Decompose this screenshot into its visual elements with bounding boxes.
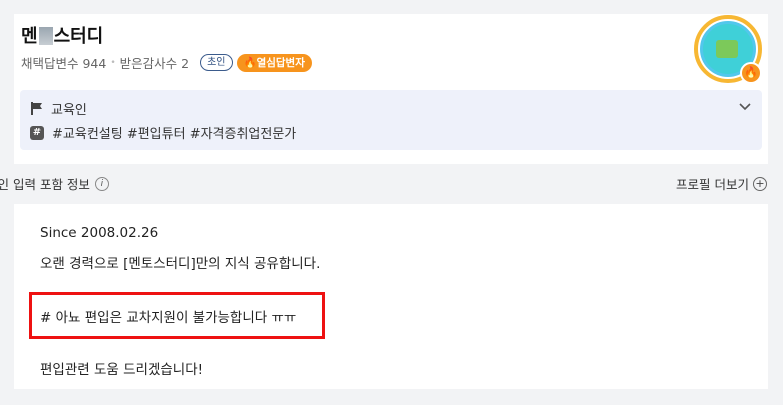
answers-count: 채택답변수 944 [21, 56, 107, 71]
blurred-character [38, 27, 53, 45]
level-badge: 초인 [200, 54, 233, 71]
profile-more-label: 프로필 더보기 [676, 177, 749, 192]
chevron-down-icon[interactable] [738, 100, 752, 114]
avatar-logo [716, 40, 738, 58]
separator-dot: • [110, 57, 116, 68]
fire-icon: 🔥 [740, 62, 762, 84]
profile-card: 멘 스터디 채택답변수 944 • 받은감사수 2 초인 🔥열심답변자 🔥 교육인… [14, 14, 768, 164]
hot-answerer-badge: 🔥열심답변자 [236, 53, 312, 72]
intro-line-experience: 오랜 경력으로 [멘토스터디]만의 지식 공유합니다. [40, 256, 321, 272]
tags-row: # #교육컨설팅 #편입튜터 #자격증취업전문가 [30, 123, 296, 142]
included-info-label: 본인 입력 포함 정보 i [0, 174, 109, 193]
intro-line-notice: # 아뇨 편입은 교차지원이 불가능합니다 ㅠㅠ [40, 310, 297, 326]
profile-more-button[interactable]: 프로필 더보기 + [676, 174, 767, 193]
section-bar: 본인 입력 포함 정보 i 프로필 더보기 + [0, 168, 783, 194]
profile-stats: 채택답변수 944 • 받은감사수 2 초인 🔥열심답변자 [21, 53, 312, 72]
flag-icon [31, 102, 42, 115]
profile-info-box: 교육인 # #교육컨설팅 #편입튜터 #자격증취업전문가 [20, 90, 762, 150]
tags-text: #교육컨설팅 #편입튜터 #자격증취업전문가 [52, 127, 297, 142]
category-row: 교육인 [30, 99, 87, 118]
intro-card: Since 2008.02.26 오랜 경력으로 [멘토스터디]만의 지식 공유… [14, 204, 768, 389]
intro-line-help: 편입관련 도움 드리겠습니다! [40, 362, 204, 378]
intro-line-since: Since 2008.02.26 [40, 225, 159, 241]
info-icon[interactable]: i [94, 176, 109, 191]
thanks-count: 받은감사수 2 [119, 56, 190, 71]
profile-name[interactable]: 멘 스터디 [21, 22, 103, 48]
hashtag-icon: # [30, 125, 44, 140]
plus-circle-icon: + [752, 176, 767, 191]
category-label: 교육인 [51, 103, 87, 118]
